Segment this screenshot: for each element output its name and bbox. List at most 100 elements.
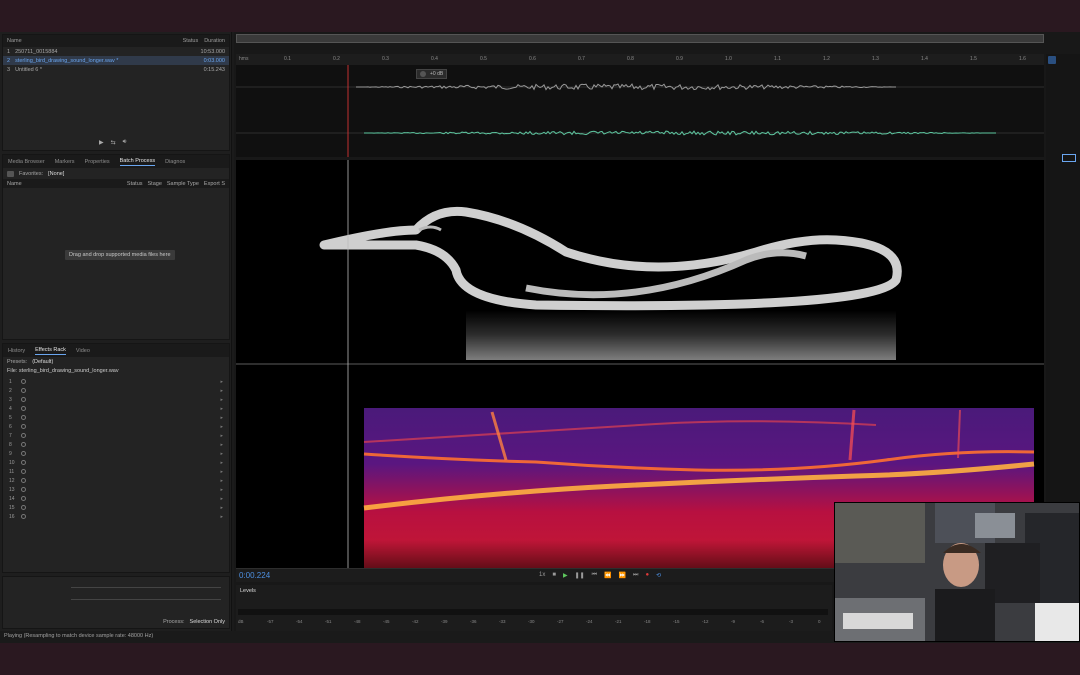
- power-icon[interactable]: [21, 514, 26, 519]
- effect-slot[interactable]: 4 ▸: [3, 404, 229, 413]
- expand-arrow-icon[interactable]: ▸: [220, 451, 223, 457]
- effect-slot[interactable]: 2 ▸: [3, 386, 229, 395]
- time-ruler[interactable]: hms 0.1 0.2 0.3 0.4 0.5 0.6 0.7 0.8 0.9 1.0 1.1 1.2…: [236, 54, 1044, 65]
- power-icon[interactable]: [21, 496, 26, 501]
- batch-col-name[interactable]: Name: [7, 181, 122, 187]
- effect-slot[interactable]: 7 ▸: [3, 431, 229, 440]
- expand-arrow-icon[interactable]: ▸: [220, 406, 223, 412]
- batch-col-sample-type[interactable]: Sample Type: [167, 181, 199, 187]
- tab-history[interactable]: History: [8, 348, 25, 354]
- levels-panel: Levels dB -57 -54 -51 -48 -45 -42 -39 -36 -33 -30-…: [236, 585, 832, 631]
- files-col-status[interactable]: Status: [183, 38, 199, 44]
- file-row[interactable]: 1 250711_0015884 10:53.000: [3, 47, 229, 56]
- expand-arrow-icon[interactable]: ▸: [220, 460, 223, 466]
- file-row[interactable]: 2 sterling_bird_drawing_sound_longer.wav …: [3, 56, 229, 65]
- effect-slot[interactable]: 5 ▸: [3, 413, 229, 422]
- files-col-duration[interactable]: Duration: [204, 38, 225, 44]
- tab-effects-rack[interactable]: Effects Rack: [35, 347, 66, 355]
- expand-arrow-icon[interactable]: ▸: [220, 397, 223, 403]
- expand-arrow-icon[interactable]: ▸: [220, 388, 223, 394]
- power-icon[interactable]: [21, 415, 26, 420]
- expand-arrow-icon[interactable]: ▸: [220, 496, 223, 502]
- pause-icon[interactable]: ❚❚: [575, 572, 585, 579]
- tab-diagnos[interactable]: Diagnos: [165, 159, 185, 165]
- loop-playback-icon[interactable]: ⟲: [656, 572, 661, 579]
- tab-properties[interactable]: Properties: [85, 159, 110, 165]
- batch-col-export-s[interactable]: Export S: [204, 181, 225, 187]
- batch-col-stage[interactable]: Stage: [148, 181, 162, 187]
- level-tick: -36: [470, 619, 477, 624]
- go-start-icon[interactable]: ⏮: [592, 572, 597, 579]
- effect-slot-number: 16: [9, 513, 15, 520]
- effect-slot[interactable]: 1 ▸: [3, 377, 229, 386]
- power-icon[interactable]: [21, 505, 26, 510]
- tab-batch-process[interactable]: Batch Process: [119, 158, 156, 166]
- fast-forward-icon[interactable]: ⏩: [619, 572, 626, 579]
- hud[interactable]: +0 dB: [416, 69, 448, 79]
- scale-toggle-icon[interactable]: [1062, 154, 1076, 162]
- power-icon[interactable]: [21, 433, 26, 438]
- play-button-icon[interactable]: ▶: [563, 572, 568, 579]
- power-icon[interactable]: [21, 478, 26, 483]
- expand-arrow-icon[interactable]: ▸: [220, 469, 223, 475]
- overview-bar[interactable]: [236, 34, 1044, 43]
- effect-slot[interactable]: 12 ▸: [3, 476, 229, 485]
- batch-col-status[interactable]: Status: [127, 181, 143, 187]
- expand-arrow-icon[interactable]: ▸: [220, 415, 223, 421]
- time-display[interactable]: 0:00.224: [239, 571, 270, 580]
- add-files-icon[interactable]: [7, 170, 14, 177]
- loop-icon[interactable]: ⇆: [111, 139, 116, 146]
- tab-video[interactable]: Video: [76, 348, 90, 354]
- expand-arrow-icon[interactable]: ▸: [220, 424, 223, 430]
- rewind-icon[interactable]: ⏪: [604, 572, 611, 579]
- power-icon[interactable]: [21, 487, 26, 492]
- expand-arrow-icon[interactable]: ▸: [220, 442, 223, 448]
- tab-markers[interactable]: Markers: [55, 159, 75, 165]
- effect-slot[interactable]: 16 ▸: [3, 512, 229, 521]
- expand-arrow-icon[interactable]: ▸: [220, 514, 223, 520]
- power-icon[interactable]: [21, 442, 26, 447]
- power-icon[interactable]: [21, 406, 26, 411]
- volume-knob-icon[interactable]: [420, 71, 426, 77]
- file-name: 250711_0015884: [15, 48, 58, 55]
- power-icon[interactable]: [21, 460, 26, 465]
- process-select[interactable]: Selection Only: [190, 619, 225, 625]
- power-icon[interactable]: [21, 388, 26, 393]
- effect-slot[interactable]: 15 ▸: [3, 503, 229, 512]
- files-col-name[interactable]: Name: [7, 38, 22, 44]
- effect-slot[interactable]: 6 ▸: [3, 422, 229, 431]
- effect-slot[interactable]: 9 ▸: [3, 449, 229, 458]
- autoplay-icon[interactable]: 🔊︎: [123, 139, 127, 146]
- presets-select[interactable]: (Default): [32, 359, 53, 365]
- expand-arrow-icon[interactable]: ▸: [220, 379, 223, 385]
- expand-arrow-icon[interactable]: ▸: [220, 478, 223, 484]
- expand-arrow-icon[interactable]: ▸: [220, 487, 223, 493]
- power-icon[interactable]: [21, 379, 26, 384]
- level-tick: -18: [644, 619, 651, 624]
- file-row[interactable]: 3 Untitled 6 * 0:15.243: [3, 65, 229, 74]
- ruler-tick: 0.1: [284, 56, 291, 62]
- power-icon[interactable]: [21, 397, 26, 402]
- effect-slot[interactable]: 8 ▸: [3, 440, 229, 449]
- effect-slot[interactable]: 10 ▸: [3, 458, 229, 467]
- expand-arrow-icon[interactable]: ▸: [220, 433, 223, 439]
- frequency-scale[interactable]: [1046, 54, 1080, 568]
- speed-display[interactable]: 1x: [539, 572, 545, 579]
- power-icon[interactable]: [21, 451, 26, 456]
- record-icon[interactable]: ●: [645, 572, 649, 579]
- play-icon[interactable]: ▶: [99, 139, 104, 146]
- favorites-select[interactable]: [None]: [48, 171, 64, 177]
- effect-slot[interactable]: 11 ▸: [3, 467, 229, 476]
- waveform-view[interactable]: +0 dB: [236, 65, 1044, 157]
- hud-gain[interactable]: +0 dB: [430, 71, 443, 77]
- zoom-icon[interactable]: [1048, 56, 1056, 64]
- effect-slot[interactable]: 13 ▸: [3, 485, 229, 494]
- effect-slot[interactable]: 14 ▸: [3, 494, 229, 503]
- power-icon[interactable]: [21, 469, 26, 474]
- effect-slot[interactable]: 3 ▸: [3, 395, 229, 404]
- stop-icon[interactable]: ■: [552, 572, 556, 579]
- tab-media-browser[interactable]: Media Browser: [8, 159, 45, 165]
- go-end-icon[interactable]: ⏭: [633, 572, 638, 579]
- expand-arrow-icon[interactable]: ▸: [220, 505, 223, 511]
- power-icon[interactable]: [21, 424, 26, 429]
